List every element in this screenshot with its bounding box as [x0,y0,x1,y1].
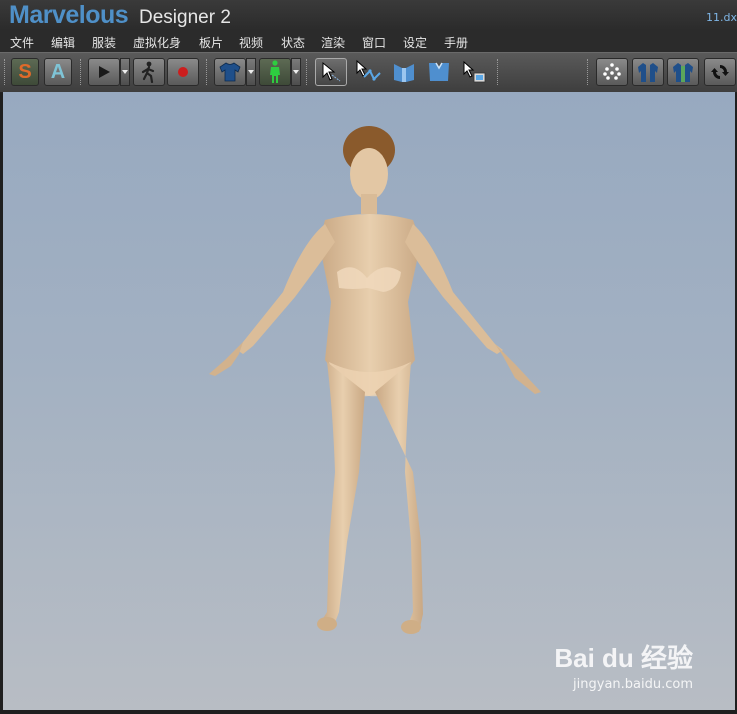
app-name: Marvelous [9,1,129,29]
toolbar: S A [0,52,737,93]
menu-render[interactable]: 渲染 [321,34,345,51]
toolbar-grip[interactable] [587,59,590,85]
title-bar: Marvelous Designer 2 11.dx [0,0,737,30]
play-dropdown[interactable] [120,58,130,86]
select-tool[interactable] [315,58,347,86]
toolbar-grip[interactable] [206,59,209,85]
menu-settings[interactable]: 设定 [403,34,427,51]
garment-back-button[interactable] [632,58,664,86]
menu-manual[interactable]: 手册 [444,34,468,51]
watermark-url: jingyan.baidu.com [573,677,693,692]
garment-button[interactable] [214,58,246,86]
tshirt-icon [219,62,241,82]
menu-file[interactable]: 文件 [10,34,34,51]
pattern-icon [394,64,414,82]
menu-bar: 文件 编辑 服装 虚拟化身 板片 视频 状态 渲染 窗口 设定 手册 [0,30,737,52]
menu-garment[interactable]: 服装 [92,34,116,51]
pattern-b-tool[interactable] [423,58,455,86]
garment-front-button[interactable] [667,58,699,86]
menu-state[interactable]: 状态 [281,34,305,51]
avatar-button[interactable] [259,58,291,86]
watermark-logo: Bai du 经验 [554,643,693,673]
menu-avatar[interactable]: 虚拟化身 [133,34,181,51]
avatar-dropdown[interactable] [291,58,301,86]
cursor-mesh-icon [356,59,381,81]
menu-video[interactable]: 视频 [239,34,263,51]
animation-button[interactable]: A [44,58,72,86]
record-button[interactable] [167,58,199,86]
points-icon [603,63,621,80]
play-icon [99,66,110,78]
watermark: Bai du 经验 jingyan.baidu.com [554,638,693,692]
file-name: 11.dx [706,11,737,24]
record-icon [178,67,188,77]
play-button[interactable] [88,58,120,86]
texture-select-tool[interactable] [458,58,490,86]
toolbar-grip[interactable] [306,59,309,85]
pattern-a-tool[interactable] [388,58,420,86]
select-mesh-tool[interactable] [352,58,384,86]
pattern-icon [429,62,449,81]
menu-edit[interactable]: 编辑 [51,34,75,51]
letter-a-icon: A [50,60,66,83]
walking-figure-icon [141,61,155,83]
cursor-texture-icon [463,60,486,83]
toolbar-grip[interactable] [80,59,83,85]
avatar-figure[interactable] [3,92,735,710]
bottom-border [0,710,737,714]
refresh-button[interactable] [704,58,736,86]
toolbar-grip[interactable] [497,59,500,85]
cursor-icon [322,61,341,82]
points-button[interactable] [596,58,628,86]
simulation-button[interactable]: S [11,58,39,86]
letter-s-icon: S [18,60,32,83]
refresh-icon [711,65,729,79]
garment-dropdown[interactable] [246,58,256,86]
avatar-icon [270,60,280,83]
3d-viewport[interactable]: Bai du 经验 jingyan.baidu.com [3,92,735,710]
garment-front-icon [673,63,693,82]
app-version: Designer 2 [139,7,231,28]
menu-pattern[interactable]: 板片 [199,34,223,51]
garment-back-icon [638,63,658,82]
toolbar-grip[interactable] [4,59,7,85]
walk-motion-button[interactable] [133,58,165,86]
menu-window[interactable]: 窗口 [362,34,386,51]
